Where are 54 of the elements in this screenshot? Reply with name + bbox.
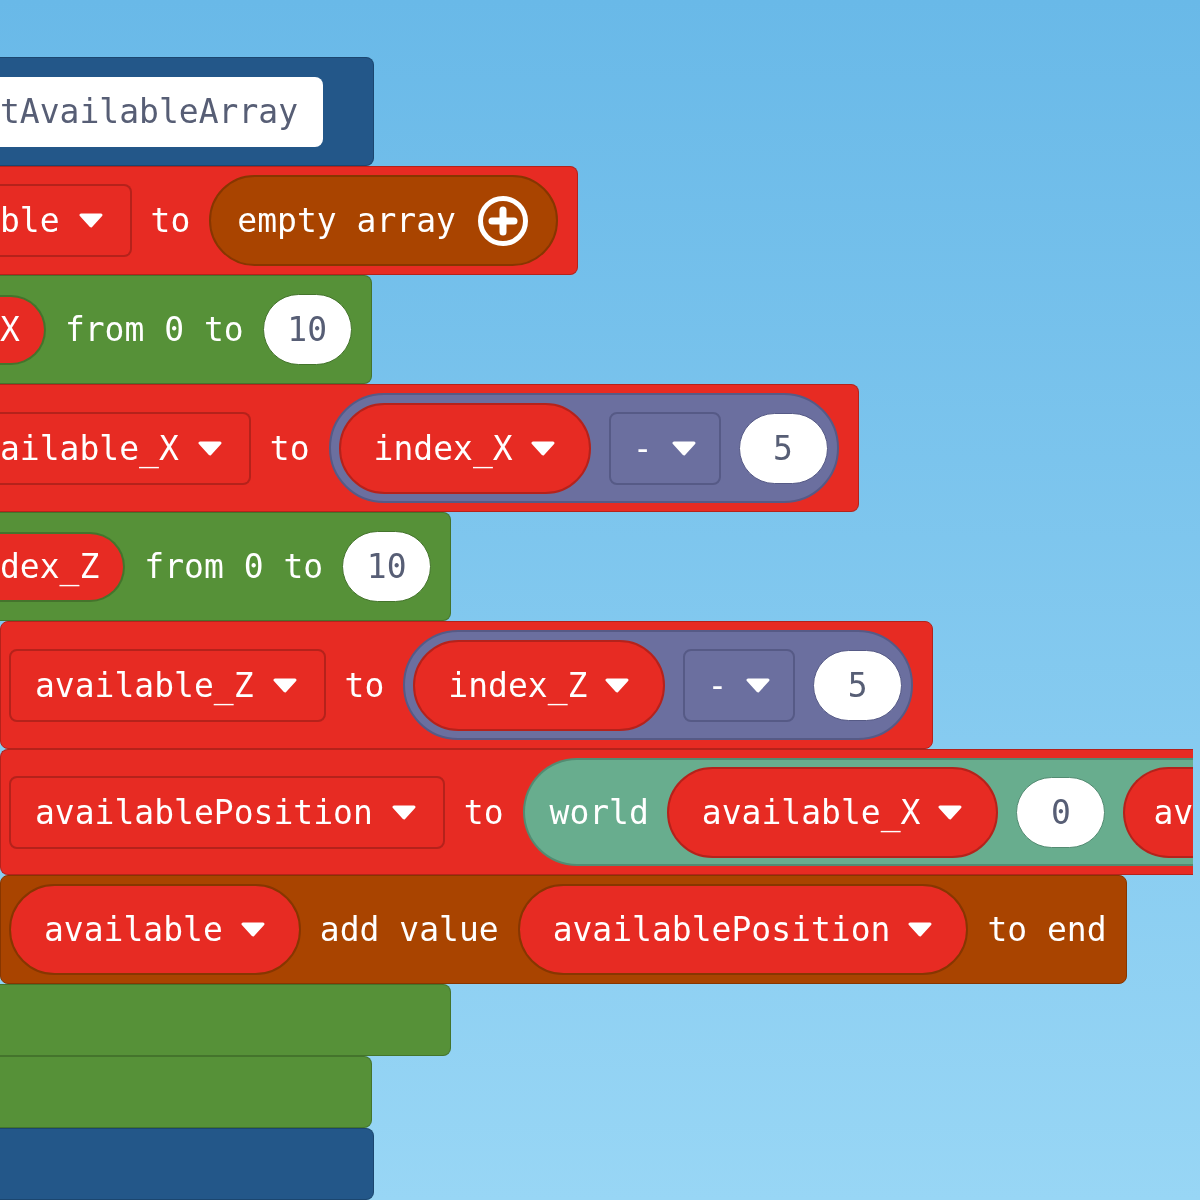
block-label: world [549, 792, 649, 832]
operator-dropdown[interactable]: - [683, 648, 796, 722]
function-name-field[interactable]: tAvailableArray [0, 76, 323, 147]
set-block[interactable]: ailable_X to index_X - 5 [0, 384, 859, 512]
variable-reporter[interactable]: av [1123, 766, 1194, 858]
block-label: to [269, 428, 310, 468]
caret-icon [907, 922, 934, 937]
variable-reporter[interactable]: availablePosition [517, 884, 969, 975]
caret-icon [745, 677, 772, 693]
list-add-block[interactable]: available add value availablePosition to end [0, 875, 1127, 984]
plus-circle-icon[interactable] [477, 195, 528, 246]
math-block[interactable]: index_Z - 5 [403, 630, 914, 740]
block-label: to end [987, 910, 1107, 949]
variable-reporter[interactable]: index_Z [413, 639, 666, 731]
block-label: from 0 to [144, 547, 324, 586]
number-field[interactable]: 5 [813, 649, 903, 721]
caret-icon [239, 922, 266, 937]
variable-dropdown[interactable]: availablePosition [9, 775, 445, 849]
caret-icon [604, 677, 631, 693]
variable-reporter[interactable]: X [0, 294, 46, 365]
number-field[interactable]: 10 [262, 294, 352, 365]
number-field[interactable]: 0 [1016, 776, 1106, 848]
empty-array-block[interactable]: empty array [209, 175, 558, 266]
block-label: from 0 to [64, 310, 244, 349]
operator-dropdown[interactable]: - [608, 411, 721, 485]
caret-icon [77, 213, 104, 228]
block-label: add value [319, 910, 499, 949]
set-block[interactable]: availablePosition to world available_X 0 av [0, 749, 1194, 875]
number-field[interactable]: 10 [342, 531, 432, 602]
block-label: empty array [237, 201, 456, 240]
set-block[interactable]: ble to empty array [0, 166, 578, 275]
set-block[interactable]: available_Z to index_Z - 5 [0, 621, 934, 749]
variable-dropdown[interactable]: available_Z [9, 648, 326, 722]
variable-dropdown[interactable]: ble [0, 184, 132, 257]
loop-block[interactable]: dex_Z from 0 to 10 [0, 512, 452, 621]
caret-icon [937, 804, 964, 820]
variable-reporter[interactable]: index_X [338, 402, 591, 494]
caret-icon [529, 440, 556, 456]
world-position-block[interactable]: world available_X 0 av [522, 758, 1194, 866]
variable-reporter[interactable]: available [9, 884, 301, 975]
caret-icon [196, 440, 223, 456]
number-field[interactable]: 5 [738, 412, 828, 484]
math-block[interactable]: index_X - 5 [328, 393, 839, 503]
caret-icon [271, 677, 298, 693]
block-label: to [150, 201, 191, 240]
block-label: to [344, 665, 385, 705]
caret-icon [670, 440, 697, 456]
variable-dropdown[interactable]: ailable_X [0, 411, 251, 485]
loop-block[interactable]: X from 0 to 10 [0, 275, 372, 384]
variable-reporter[interactable]: available_X [666, 766, 999, 858]
function-block[interactable]: tAvailableArray [0, 57, 374, 166]
caret-icon [390, 804, 417, 820]
variable-reporter[interactable]: dex_Z [0, 531, 126, 602]
block-label: to [463, 792, 504, 832]
